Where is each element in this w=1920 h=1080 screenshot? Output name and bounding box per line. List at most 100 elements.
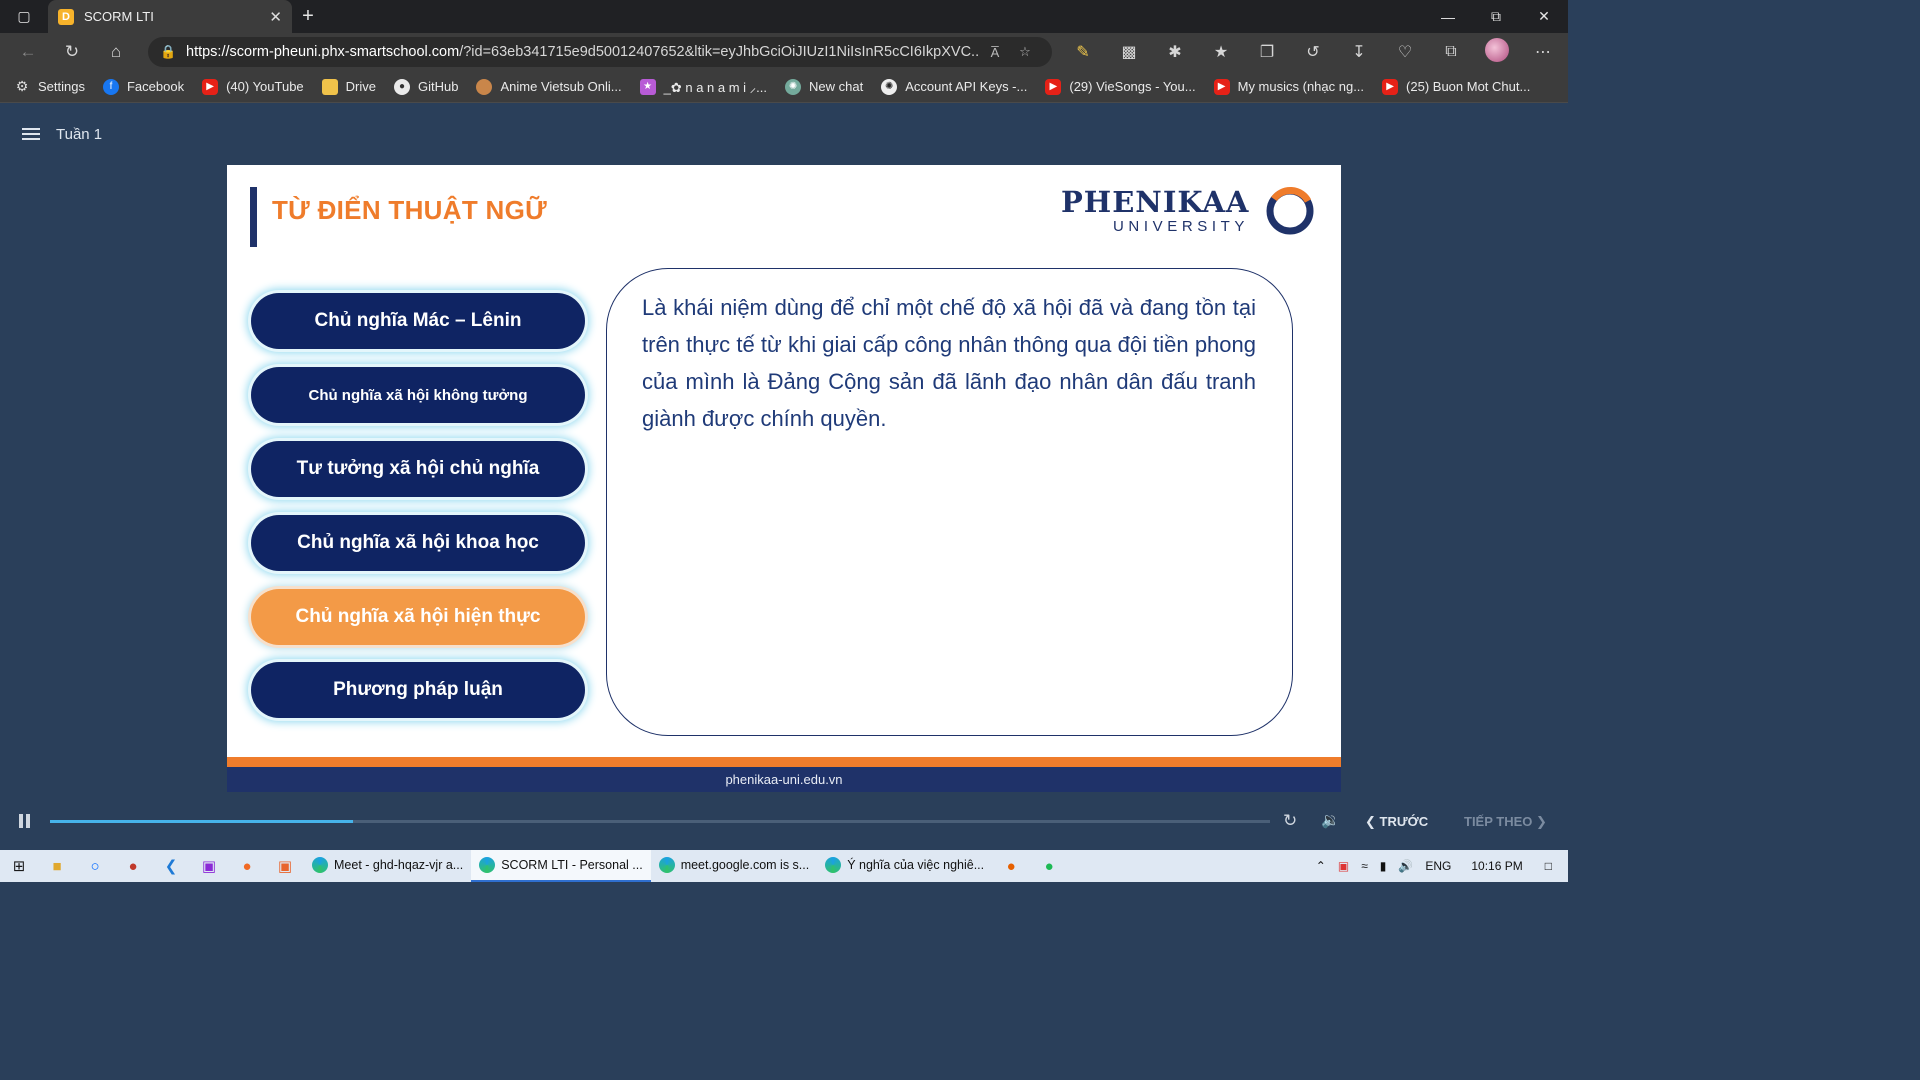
speaker-icon[interactable]: 🔊 [1398,859,1413,873]
tab-actions-icon[interactable]: ▢ [0,0,48,33]
extensions-puzzle-icon[interactable]: ✱ [1152,42,1198,62]
more-menu-icon[interactable]: ⋯ [1520,42,1566,62]
definition-box: Là khái niệm dùng để chỉ một chế độ xã h… [606,268,1293,736]
profile-avatar[interactable] [1474,37,1520,67]
taskbar-app-meet-sharing[interactable]: meet.google.com is s... [651,850,818,882]
nanami-icon: ★ [639,78,656,95]
close-tab-icon[interactable]: ✕ [269,8,282,26]
pause-icon[interactable] [19,814,31,828]
url-text[interactable]: https://scorm-pheuni.phx-smartschool.com… [186,44,980,60]
windows-taskbar: ⊞ ■ ○ ● ❮ ▣ ● ▣ Meet - ghd-hqaz-vjr a...… [0,850,1568,882]
openai-icon: ✺ [881,78,898,95]
language-indicator[interactable]: ENG [1425,859,1451,873]
bookmarks-bar: ⚙ Settings f Facebook ▶ (40) YouTube Drive … [0,71,1568,103]
progress-fill [50,820,353,823]
address-bar[interactable]: 🔒 https://scorm-pheuni.phx-smartschool.c… [148,37,1052,67]
slide-footer: phenikaa-uni.edu.vn [227,767,1341,792]
extension-grey-icon[interactable]: ▩ [1106,42,1152,62]
notifications-icon[interactable]: □ [1545,859,1552,873]
chevron-up-icon[interactable]: ⌃ [1316,859,1326,873]
spotify-icon[interactable]: ● [1030,850,1068,882]
bookmark-nanami[interactable]: ★ _✿ n a n a m i ⸝... [639,78,767,96]
volume-icon[interactable]: 🔉 [1321,811,1340,829]
close-window-icon[interactable]: ✕ [1520,0,1568,33]
file-explorer-icon[interactable]: ■ [38,850,76,882]
system-tray: ⌃ ▣ ≈ ▮ 🔊 ENG 10:16 PM □ [1310,850,1568,882]
new-tab-icon[interactable]: + [292,0,324,33]
xampp-icon[interactable]: ▣ [266,850,304,882]
back-icon[interactable]: ← [6,33,50,71]
zalo-icon[interactable]: ○ [76,850,114,882]
player-controls: ↻ 🔉 ❮ TRƯỚC TIẾP THEO ❯ [0,804,1568,838]
minimize-icon[interactable]: — [1424,0,1472,33]
bookmark-api-keys[interactable]: ✺ Account API Keys -... [881,78,1027,95]
term-button-methodology[interactable]: Phương pháp luận [251,662,585,718]
bookmark-new-chat[interactable]: ✺ New chat [785,78,863,95]
intellij-icon[interactable]: ▣ [190,850,228,882]
clock[interactable]: 10:16 PM [1471,859,1522,873]
tab-favicon: D [58,8,74,25]
collections-icon[interactable]: ❐ [1244,42,1290,62]
gear-icon: ⚙ [15,78,29,94]
tab-scorm-lti[interactable]: D SCORM LTI ✕ [48,0,292,33]
bookmark-viesongs[interactable]: ▶ (29) VieSongs - You... [1045,78,1196,95]
progress-bar[interactable] [50,820,1270,823]
restore-icon[interactable]: ⧉ [1472,0,1520,33]
bookmark-buon-mot-chut[interactable]: ▶ (25) Buon Mot Chut... [1382,78,1530,95]
footer-orange-strip [227,757,1341,767]
taskbar-app-meet[interactable]: Meet - ghd-hqaz-vjr a... [304,850,471,882]
bookmark-github[interactable]: ● GitHub [394,78,458,95]
workspaces-icon[interactable]: ⧉ [1428,43,1474,61]
vivaldi-tray-icon[interactable]: ▣ [1338,859,1349,873]
youtube-icon: ▶ [202,78,219,95]
edge-icon [312,857,328,873]
menu-hamburger-icon[interactable] [22,125,40,143]
downloads-icon[interactable]: ↧ [1336,42,1382,62]
extension-colorful-icon[interactable]: ✎ [1060,42,1106,62]
lock-icon[interactable]: 🔒 [160,44,186,60]
bookmark-anime[interactable]: Anime Vietsub Onli... [476,78,622,95]
browser-tab-bar: ▢ D SCORM LTI ✕ + — ⧉ ✕ [0,0,1568,33]
app-red-icon[interactable]: ● [114,850,152,882]
favorite-star-icon[interactable]: ☆ [1010,44,1040,60]
firefox-icon[interactable]: ● [992,850,1030,882]
slide: TỪ ĐIỂN THUẬT NGỮ PHENIKAA UNIVERSITY Ch… [227,165,1341,792]
read-aloud-icon[interactable]: A̅ [980,45,1010,60]
vscode-icon[interactable]: ❮ [152,850,190,882]
edge-icon [658,857,675,873]
favorites-icon[interactable]: ★ [1198,42,1244,62]
player-header: Tuần 1 [0,104,1568,164]
bookmark-drive[interactable]: Drive [321,78,376,95]
menu-title: Tuần 1 [56,125,103,143]
home-icon[interactable]: ⌂ [94,33,138,71]
scorm-player: Tuần 1 TỪ ĐIỂN THUẬT NGỮ PHENIKAA UNIVER… [0,104,1568,850]
bookmark-youtube[interactable]: ▶ (40) YouTube [202,78,304,95]
term-button-marx-lenin[interactable]: Chủ nghĩa Mác – Lênin [251,293,585,349]
youtube-icon: ▶ [1382,78,1399,95]
next-button[interactable]: TIẾP THEO ❯ [1464,814,1547,830]
prev-button[interactable]: ❮ TRƯỚC [1365,814,1428,830]
taskbar-app-y-nghia[interactable]: Ý nghĩa của việc nghiê... [817,850,992,882]
history-icon[interactable]: ↺ [1290,42,1336,62]
wifi-icon[interactable]: ≈ [1361,859,1368,873]
replay-icon[interactable]: ↻ [1283,811,1297,831]
term-button-socialist-thought[interactable]: Tư tưởng xã hội chủ nghĩa [251,441,585,497]
bookmark-my-musics[interactable]: ▶ My musics (nhạc ng... [1213,78,1364,95]
taskbar-app-scorm[interactable]: SCORM LTI - Personal ... [471,850,651,882]
definition-text: Là khái niệm dùng để chỉ một chế độ xã h… [642,295,1256,431]
bookmark-settings[interactable]: ⚙ Settings [14,78,85,95]
youtube-icon: ▶ [1213,78,1230,95]
reload-icon[interactable]: ↻ [50,33,94,71]
battery-icon[interactable]: ▮ [1380,859,1387,873]
edge-icon [479,857,496,873]
bookmark-facebook[interactable]: f Facebook [102,78,184,95]
start-icon[interactable]: ⊞ [0,850,38,882]
browser-essentials-icon[interactable]: ♡ [1382,42,1428,62]
term-button-real-socialism[interactable]: Chủ nghĩa xã hội hiện thực [251,589,585,645]
term-button-utopian-socialism[interactable]: Chủ nghĩa xã hội không tưởng [251,367,585,423]
slide-title: TỪ ĐIỂN THUẬT NGỮ [272,195,548,225]
footer-url: phenikaa-uni.edu.vn [725,772,843,787]
postman-icon[interactable]: ● [228,850,266,882]
tab-title: SCORM LTI [84,9,154,24]
term-button-scientific-socialism[interactable]: Chủ nghĩa xã hội khoa học [251,515,585,571]
